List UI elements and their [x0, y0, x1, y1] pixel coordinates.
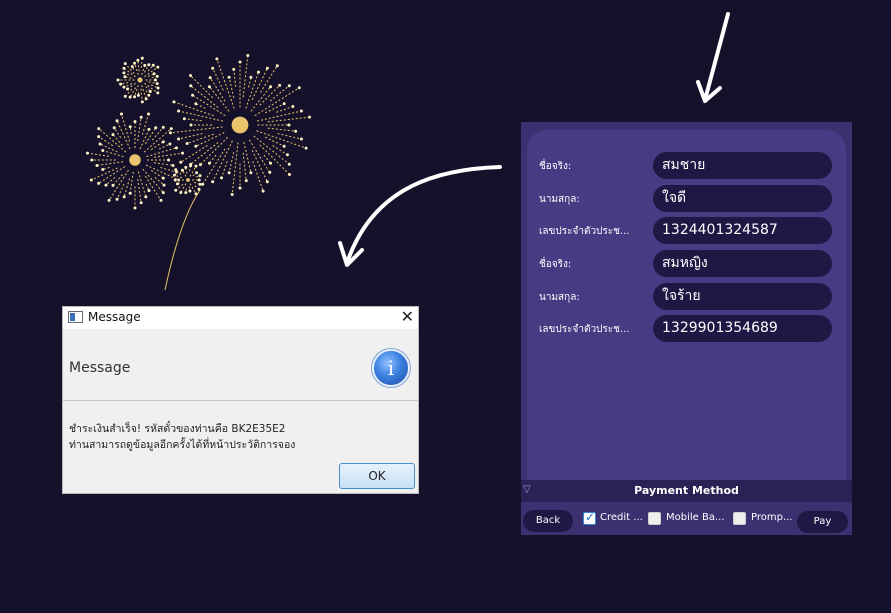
last-name-label: นามสกุล:: [539, 292, 580, 303]
close-icon[interactable]: ✕: [401, 307, 414, 326]
id-number-label: เลขประจำตัวประช...: [539, 324, 630, 335]
payment-method-title: Payment Method: [634, 484, 739, 497]
promptpay-label[interactable]: Promp...: [751, 512, 793, 523]
first-name-field[interactable]: สมหญิง: [653, 250, 832, 277]
id-number-field[interactable]: 1324401324587: [653, 217, 832, 244]
ok-button[interactable]: OK: [339, 463, 415, 489]
dialog-title: Message: [88, 310, 141, 324]
first-name-label: ชื่อจริง:: [539, 259, 572, 270]
id-number-label: เลขประจำตัวประช...: [539, 226, 630, 237]
credit-card-checkbox[interactable]: [583, 510, 596, 525]
arrow-down-icon: [696, 12, 730, 103]
message-dialog: Message ✕ Message i ชำระเงินสำเร็จ! รหัส…: [62, 306, 419, 494]
window-icon: [68, 311, 83, 323]
fireworks-decoration: [85, 53, 312, 291]
dialog-titlebar: Message ✕: [63, 307, 418, 329]
curved-arrow-icon: [338, 165, 502, 267]
mobile-banking-checkbox[interactable]: [648, 512, 661, 525]
credit-card-label[interactable]: Credit ...: [600, 512, 643, 523]
first-name-label: ชื่อจริง:: [539, 161, 572, 172]
dialog-heading: Message: [69, 360, 131, 376]
booking-panel: ชื่อจริง: สมชาย นามสกุล: ใจดี เลขประจำตั…: [521, 122, 852, 535]
last-name-label: นามสกุล:: [539, 194, 580, 205]
last-name-field[interactable]: ใจดี: [653, 185, 832, 212]
id-number-field[interactable]: 1329901354689: [653, 315, 832, 342]
dialog-message-line-1: ชำระเงินสำเร็จ! รหัสตั๋วของท่านคือ BK2E3…: [69, 423, 286, 435]
back-button[interactable]: Back: [523, 510, 573, 532]
payment-options-row: Back Credit ... Mobile Ba... Promp... Pa…: [521, 502, 852, 535]
passenger-form: ชื่อจริง: สมชาย นามสกุล: ใจดี เลขประจำตั…: [527, 130, 846, 480]
promptpay-checkbox[interactable]: [733, 512, 746, 525]
last-name-field[interactable]: ใจร้าย: [653, 283, 832, 310]
pay-button[interactable]: Pay: [797, 511, 848, 533]
first-name-field[interactable]: สมชาย: [653, 152, 832, 179]
mobile-banking-label[interactable]: Mobile Ba...: [666, 512, 725, 523]
dialog-header: Message i: [63, 330, 418, 401]
dialog-message-line-2: ท่านสามารถดูข้อมูลอีกครั้งได้ที่หน้าประว…: [69, 439, 296, 451]
info-icon: i: [372, 349, 410, 387]
payment-method-header[interactable]: ▽ Payment Method: [521, 480, 852, 502]
